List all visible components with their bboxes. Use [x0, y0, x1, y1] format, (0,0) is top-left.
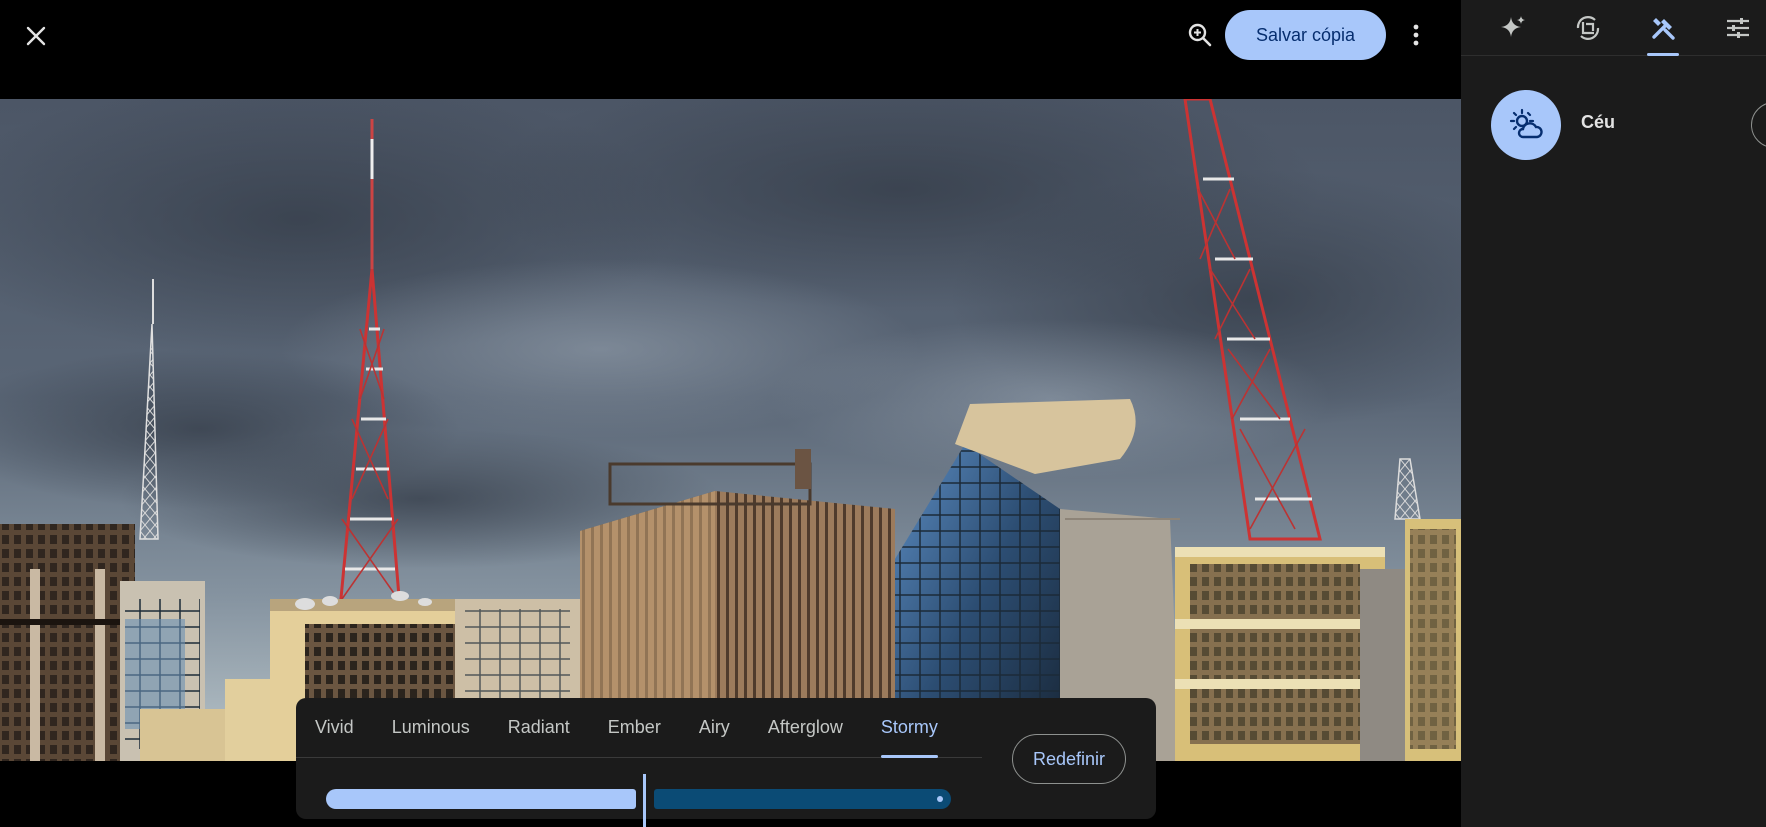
tab-luminous[interactable]: Luminous	[373, 698, 489, 758]
sky-icon	[1509, 108, 1543, 139]
sliders-icon	[1727, 18, 1749, 38]
zoom-in-icon	[1188, 23, 1212, 47]
city-skyline-photo	[0, 99, 1461, 761]
more-vert-icon	[1413, 24, 1419, 46]
tab-airy[interactable]: Airy	[680, 698, 749, 758]
tab-ember[interactable]: Ember	[589, 698, 680, 758]
tab-adjust[interactable]	[1716, 6, 1760, 50]
close-icon	[26, 26, 46, 46]
tab-vivid[interactable]: Vivid	[296, 698, 373, 758]
sky-tool-button[interactable]	[1491, 90, 1561, 160]
tab-afterglow[interactable]: Afterglow	[749, 698, 862, 758]
save-copy-button[interactable]: Salvar cópia	[1225, 10, 1386, 60]
tab-suggestions[interactable]	[1491, 6, 1535, 50]
tab-tools[interactable]	[1641, 6, 1685, 56]
slider-inactive-track	[654, 789, 951, 809]
photo-canvas[interactable]	[0, 99, 1461, 761]
sky-tool-label: Céu	[1581, 112, 1616, 132]
reset-button[interactable]: Redefinir	[1012, 734, 1126, 784]
sparkle-icon	[1501, 16, 1525, 37]
more-options-button[interactable]	[1396, 15, 1436, 55]
tools-icon	[1652, 18, 1675, 40]
close-button[interactable]	[16, 16, 56, 56]
tab-stormy[interactable]: Stormy	[862, 698, 957, 758]
intensity-slider[interactable]	[326, 774, 951, 827]
sky-filter-panel: Vivid Luminous Radiant Ember Airy Afterg…	[296, 698, 1156, 827]
next-tool-button[interactable]	[1751, 102, 1766, 148]
slider-end-dot	[937, 796, 943, 802]
sidebar-tabs	[1461, 0, 1766, 56]
tab-crop-rotate[interactable]	[1566, 6, 1610, 50]
slider-active-track	[326, 789, 636, 809]
filter-tabs: Vivid Luminous Radiant Ember Airy Afterg…	[296, 698, 982, 758]
tab-radiant[interactable]: Radiant	[489, 698, 589, 758]
crop-rotate-icon	[1576, 16, 1600, 40]
zoom-button[interactable]	[1180, 15, 1220, 55]
right-sidebar: Céu	[1461, 0, 1766, 827]
top-toolbar: Salvar cópia	[0, 0, 1461, 99]
slider-thumb[interactable]	[643, 774, 646, 827]
photo-editor: Salvar cópia Vivid Luminous Radiant Embe…	[0, 0, 1766, 827]
